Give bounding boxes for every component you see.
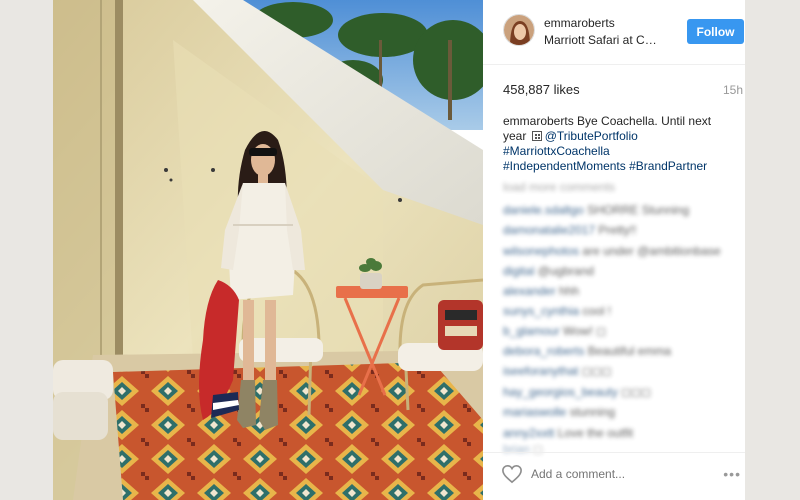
comment-text: ◻◻◻ [581,364,612,378]
comment-text: cool ! [582,304,612,318]
caption-hashtag[interactable]: #BrandPartner [629,159,707,173]
comment-text: SHORRE Stunning [587,203,690,217]
comment-text: stunning [569,405,616,419]
comment-username[interactable]: daniele.sdaltgo [503,203,584,217]
more-options-icon[interactable]: ••• [723,466,741,482]
username-link[interactable]: emmaroberts [544,16,615,30]
comment: digital @ugbrand [503,264,594,278]
caption-hashtag[interactable]: #MarriottxCoachella [503,144,610,158]
post-photo[interactable] [53,0,483,500]
comment: mariaswolle stunning [503,405,615,419]
comment: wilsonephotos are under @ambitionbase [503,244,721,258]
emoji-placeholder-icon [531,131,542,141]
comment: anny2xxtt Love the outfit [503,426,633,440]
comment-username[interactable]: iseeforanythat [503,364,578,378]
add-comment-input[interactable] [531,467,691,481]
comment-username[interactable]: digital [503,264,534,278]
comment: hay_georgios_beauty ◻◻◻ [503,385,651,399]
comment-username[interactable]: damonatalie2017 [503,223,595,237]
comment-text: Love the outfit [557,426,634,440]
comment-text: @ugbrand [537,264,594,278]
post-time[interactable]: 15h [723,83,743,97]
comment-username[interactable]: b_glamour [503,324,560,338]
comment: debora_roberts Beautiful emma [503,344,671,358]
photo-illustration [53,0,483,500]
comment-text: Pretty!! [598,223,637,237]
caption-hashtag[interactable]: #IndependentMoments [503,159,626,173]
post-modal: emmaroberts Marriott Safari at Coachella… [53,0,745,500]
comment-bar: ••• [483,452,745,500]
avatar-image [504,15,534,45]
comment-username[interactable]: wilsonephotos [503,244,579,258]
load-more-comments[interactable]: load more comments [503,180,615,194]
location-link[interactable]: Marriott Safari at Coachella [544,33,662,47]
like-count[interactable]: 458,887 likes [503,82,580,97]
caption-username[interactable]: emmaroberts [503,114,574,128]
comment: iseeforanythat ◻◻◻ [503,364,612,378]
comment: b_glamour Wow! ◻ [503,324,606,338]
heart-outline-icon[interactable] [501,464,523,489]
comment: alexander hhh [503,284,579,298]
caption-mention[interactable]: @TributePortfolio [545,129,638,143]
comment-text: ◻◻◻ [621,385,651,399]
comment: sunys_cynthia cool ! [503,304,611,318]
comment-text: hhh [559,284,580,298]
comment-text: Beautiful emma [587,344,672,358]
comment: daniele.sdaltgo SHORRE Stunning [503,203,689,217]
comment-username[interactable]: anny2xxtt [503,426,554,440]
comment-username[interactable]: sunys_cynthia [503,304,579,318]
post-header: emmaroberts Marriott Safari at Coachella… [483,0,745,65]
post-caption: emmaroberts Bye Coachella. Until next ye… [503,114,731,174]
comment-username[interactable]: hay_georgios_beauty [503,385,618,399]
comment-username[interactable]: alexander [503,284,556,298]
comment-text: Wow! ◻ [563,324,607,338]
avatar[interactable] [503,14,535,46]
follow-button[interactable]: Follow [687,19,744,44]
comment: damonatalie2017 Pretty!! [503,223,636,237]
comment-username[interactable]: mariaswolle [503,405,566,419]
post-side-panel: emmaroberts Marriott Safari at Coachella… [483,0,745,500]
comment-username[interactable]: debora_roberts [503,344,584,358]
comment-text: are under @ambitionbase [582,244,721,258]
